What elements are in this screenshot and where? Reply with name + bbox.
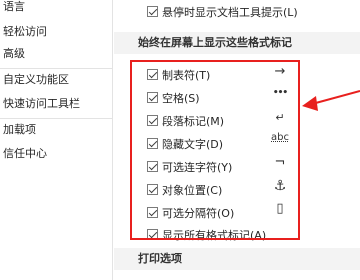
sidebar-item-trust-center[interactable]: 信任中心 [0,144,112,164]
options-sidebar: 语言 轻松访问 高级 自定义功能区 快速访问工具栏 加载项 信任中心 [0,0,113,280]
sidebar-divider [0,118,112,119]
tooltip-checkbox[interactable] [147,6,158,17]
tooltip-option-label: 悬停时显示文档工具提示(L) [162,6,298,19]
sidebar-item-quick-access-toolbar[interactable]: 快速访问工具栏 [0,94,112,114]
sidebar-divider [0,68,112,69]
sidebar-item-add-ins[interactable]: 加载项 [0,120,112,140]
formatting-marks-section-title: 始终在屏幕上显示这些格式标记 [114,32,360,54]
sidebar-item-accessibility[interactable]: 轻松访问 [0,22,112,42]
sidebar-item-language[interactable]: 语言 [0,0,112,17]
sidebar-item-customize-ribbon[interactable]: 自定义功能区 [0,70,112,90]
sidebar-item-advanced[interactable]: 高级 [0,44,112,64]
print-options-section-title: 打印选项 [114,248,360,270]
annotation-highlight-box [130,60,300,240]
